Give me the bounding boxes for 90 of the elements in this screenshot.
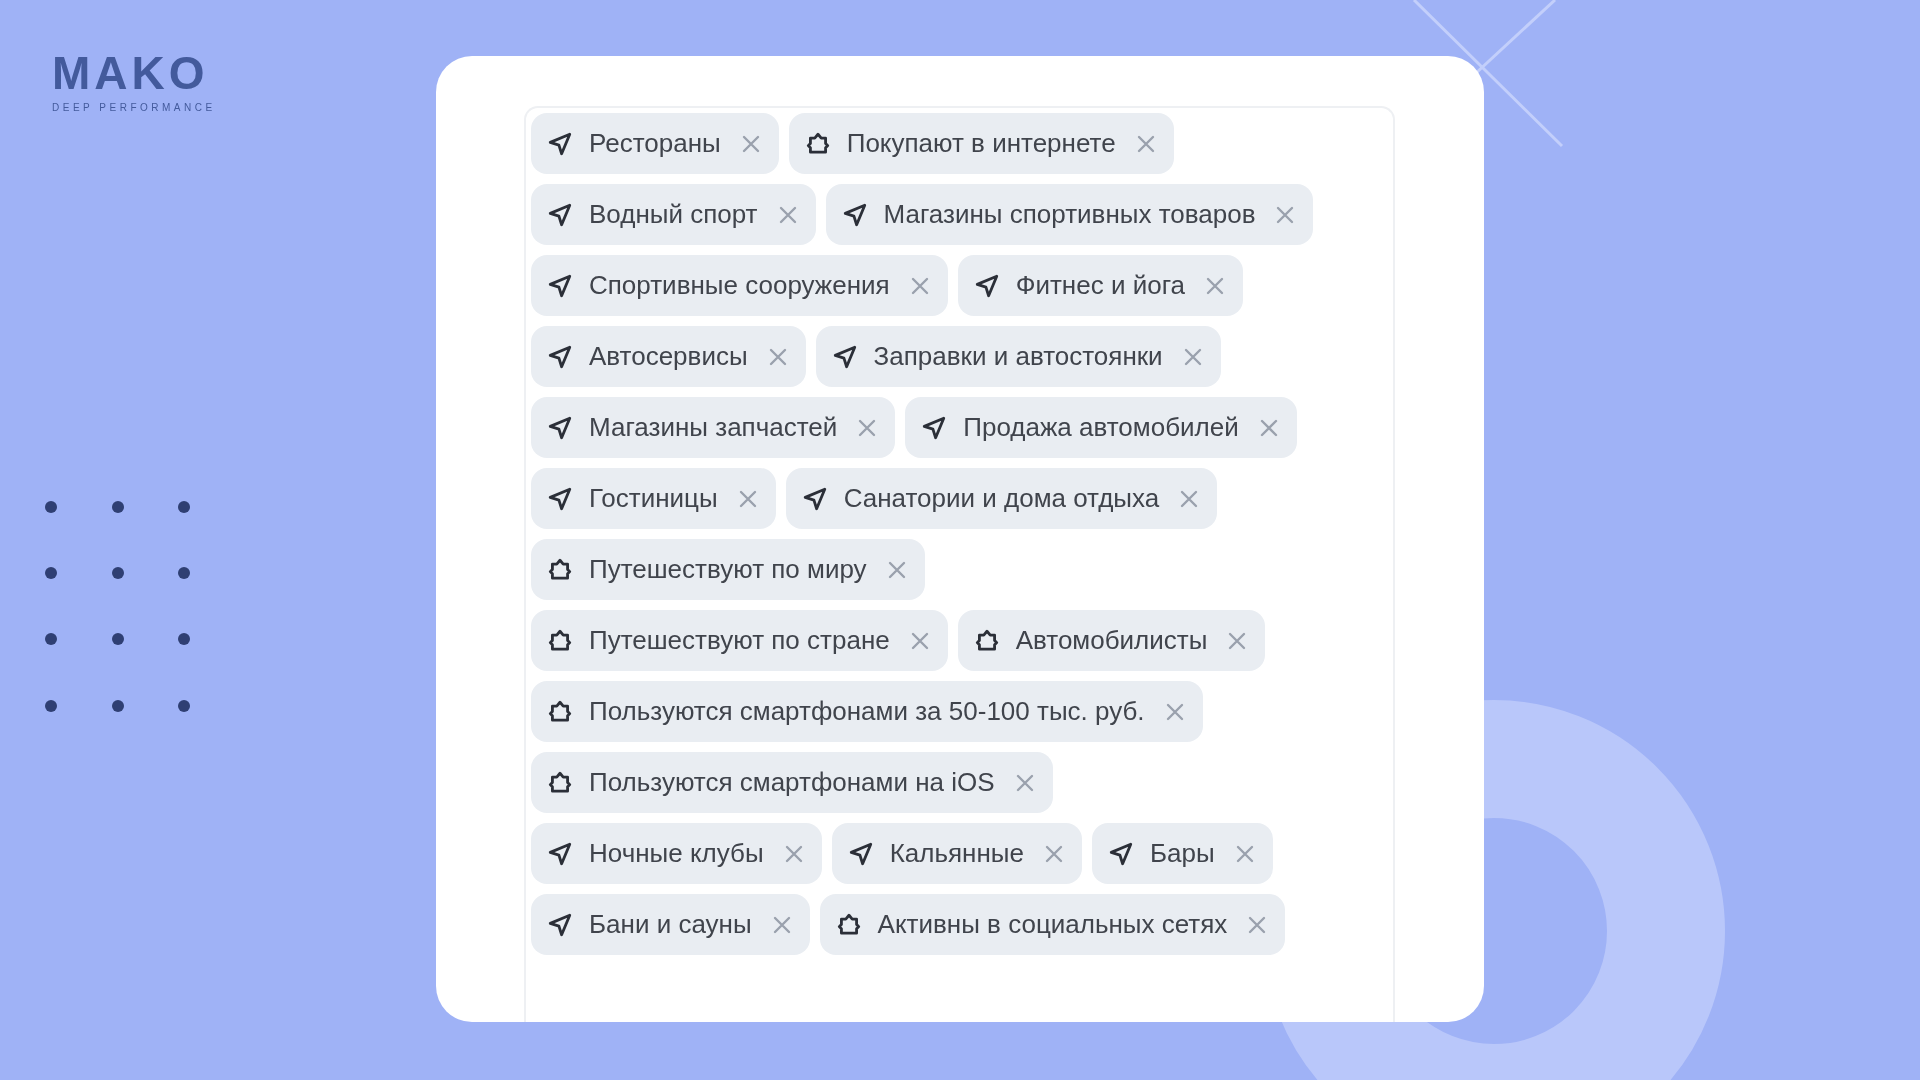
tag-label: Магазины запчастей (589, 411, 838, 444)
remove-tag-icon[interactable] (1205, 275, 1225, 296)
audience-tag[interactable]: Магазины спортивных товаров (825, 184, 1314, 245)
house-outline-icon (547, 769, 573, 796)
tag-label: Рестораны (589, 127, 721, 160)
remove-tag-icon[interactable] (1227, 630, 1248, 651)
remove-tag-icon[interactable] (1182, 346, 1203, 367)
remove-tag-icon[interactable] (1258, 417, 1279, 438)
remove-tag-icon[interactable] (767, 346, 788, 367)
audience-tag[interactable]: Фитнес и йога (957, 255, 1243, 316)
tag-label: Активны в социальных сетях (877, 908, 1228, 941)
remove-tag-icon[interactable] (1179, 488, 1200, 509)
navigation-arrow-icon (547, 201, 573, 228)
audience-tag[interactable]: Автосервисы (531, 326, 806, 387)
navigation-arrow-icon (841, 201, 868, 228)
remove-tag-icon[interactable] (857, 417, 878, 438)
tag-label: Бани и сауны (589, 908, 752, 941)
audience-tag[interactable]: Санатории и дома отдыха (785, 468, 1218, 529)
tag-label: Путешествуют по стране (589, 624, 890, 657)
audience-tag[interactable]: Автомобилисты (957, 610, 1266, 671)
remove-tag-icon[interactable] (1247, 914, 1268, 935)
logo-tagline: DEEP PERFORMANCE (52, 101, 216, 115)
tag-label: Магазины спортивных товаров (883, 198, 1256, 231)
audience-tag[interactable]: Активны в социальных сетях (819, 894, 1286, 955)
navigation-arrow-icon (547, 343, 573, 370)
navigation-arrow-icon (547, 130, 573, 157)
logo-wordmark: MAKO (52, 50, 209, 96)
audience-tag[interactable]: Пользуются смартфонами на iOS (531, 752, 1053, 813)
tag-label: Покупают в интернете (846, 127, 1116, 160)
navigation-arrow-icon (547, 272, 573, 299)
remove-tag-icon[interactable] (771, 914, 792, 935)
audience-tag[interactable]: Путешествуют по стране (531, 610, 948, 671)
remove-tag-icon[interactable] (740, 133, 761, 154)
tag-label: Бары (1149, 837, 1215, 870)
tag-label: Спортивные сооружения (589, 269, 890, 302)
house-outline-icon (835, 911, 862, 938)
tag-label: Автосервисы (589, 340, 748, 373)
tag-label: Ночные клубы (589, 837, 764, 870)
house-outline-icon (547, 698, 573, 725)
audience-tag[interactable]: Кальянные (831, 823, 1082, 884)
house-outline-icon (804, 130, 831, 157)
audience-tag[interactable]: Бани и сауны (531, 894, 810, 955)
audience-tag[interactable]: Водный спорт (531, 184, 816, 245)
audience-tag[interactable]: Магазины запчастей (531, 397, 896, 458)
navigation-arrow-icon (847, 840, 874, 867)
navigation-arrow-icon (547, 485, 573, 512)
audience-tag[interactable]: Продажа автомобилей (905, 397, 1297, 458)
tag-label: Путешествуют по миру (589, 553, 867, 586)
house-outline-icon (973, 627, 1000, 654)
audience-tag[interactable]: Путешествуют по миру (531, 539, 925, 600)
remove-tag-icon[interactable] (1234, 843, 1255, 864)
audience-tag[interactable]: Заправки и автостоянки (815, 326, 1221, 387)
house-outline-icon (547, 556, 573, 583)
tag-label: Фитнес и йога (1015, 269, 1185, 302)
remove-tag-icon[interactable] (1135, 133, 1156, 154)
house-outline-icon (547, 627, 573, 654)
tag-label: Водный спорт (589, 198, 758, 231)
navigation-arrow-icon (801, 485, 828, 512)
navigation-arrow-icon (921, 414, 948, 441)
tag-label: Пользуются смартфонами на iOS (589, 766, 995, 799)
tag-label: Санатории и дома отдыха (843, 482, 1160, 515)
audience-tag[interactable]: Покупают в интернете (788, 113, 1174, 174)
navigation-arrow-icon (1107, 840, 1134, 867)
audience-tag[interactable]: Рестораны (531, 113, 779, 174)
remove-tag-icon[interactable] (777, 204, 798, 225)
audience-tag[interactable]: Ночные клубы (531, 823, 822, 884)
audience-tag[interactable]: Бары (1091, 823, 1273, 884)
navigation-arrow-icon (547, 911, 573, 938)
remove-tag-icon[interactable] (783, 843, 804, 864)
tag-label: Заправки и автостоянки (873, 340, 1163, 373)
navigation-arrow-icon (547, 840, 573, 867)
remove-tag-icon[interactable] (1043, 843, 1064, 864)
audience-tag[interactable]: Пользуются смартфонами за 50-100 тыс. руб. (531, 681, 1203, 742)
tag-label: Гостиницы (589, 482, 718, 515)
audience-tag[interactable]: Гостиницы (531, 468, 776, 529)
remove-tag-icon[interactable] (1275, 204, 1296, 225)
remove-tag-icon[interactable] (1014, 772, 1035, 793)
remove-tag-icon[interactable] (886, 559, 907, 580)
remove-tag-icon[interactable] (1164, 701, 1185, 722)
audience-tag[interactable]: Спортивные сооружения (531, 255, 948, 316)
remove-tag-icon[interactable] (737, 488, 758, 509)
tag-label: Продажа автомобилей (963, 411, 1239, 444)
tag-label: Автомобилисты (1015, 624, 1208, 657)
navigation-arrow-icon (831, 343, 858, 370)
tag-label: Пользуются смартфонами за 50-100 тыс. руб. (589, 695, 1145, 728)
tag-label: Кальянные (889, 837, 1024, 870)
navigation-arrow-icon (973, 272, 1000, 299)
navigation-arrow-icon (547, 414, 573, 441)
remove-tag-icon[interactable] (909, 630, 930, 651)
remove-tag-icon[interactable] (909, 275, 930, 296)
